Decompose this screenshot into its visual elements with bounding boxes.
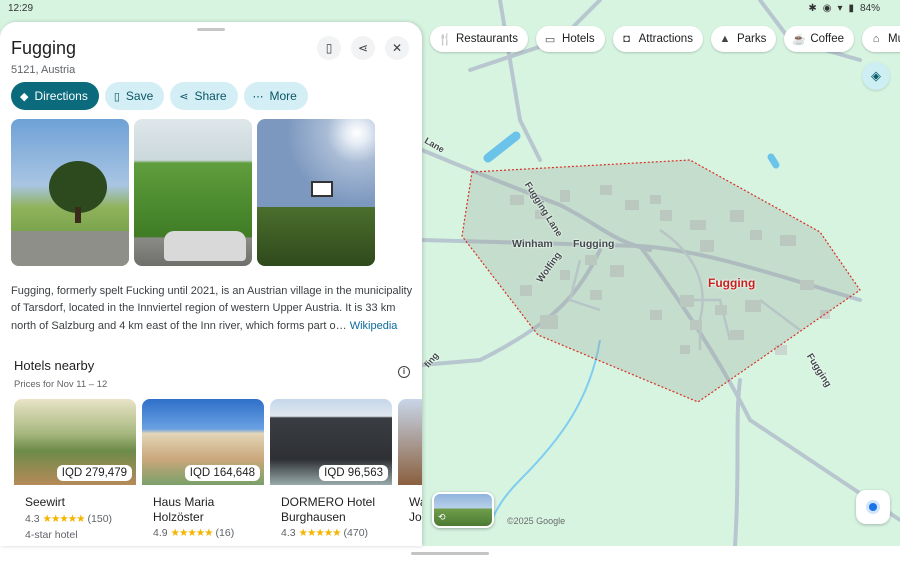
street-view-icon: ⟲ [438,512,446,522]
hotel-image: IQD 96,563 [270,399,392,485]
share-button[interactable]: ⋖ Share [170,82,238,110]
hotel-type: 4-star hotel [25,528,78,541]
chip-parks[interactable]: ▲ Parks [710,26,777,52]
hotel-price: IQD 164,648 [184,465,260,481]
hotel-image: IQD 279,479 [14,399,136,485]
bed-icon: ▭ [544,33,556,46]
hotel-rating: 4.3 ★★★★★ (150) [25,512,113,525]
hotel-price: IQD 96,563 [319,465,388,481]
bluetooth-icon: ✱ [808,3,817,14]
photo-tree-road[interactable] [11,119,129,266]
stars-icon: ★★★★★ [42,512,86,525]
stars-icon: ★★★★★ [298,527,342,539]
coffee-icon: ☕ [792,33,807,46]
directions-button[interactable]: ◆ Directions [11,82,99,110]
road-label-winham: Winham [512,238,553,250]
location-icon: ◉ [822,3,832,14]
hotel-cards: IQD 279,479 Seewirt 4.3 ★★★★★ (150) 4-st… [14,399,422,546]
my-location-button[interactable] [856,490,890,524]
status-time: 12:29 [8,3,34,14]
chip-attractions[interactable]: ◘ Attractions [612,26,703,52]
hotels-section-subtitle: Prices for Nov 11 – 12 [14,379,108,390]
my-location-icon [869,503,877,511]
action-buttons: ◆ Directions ▯ Save ⋖ Share ⋯ More [11,82,308,110]
battery-icon: ▮ [848,3,854,14]
museum-icon: ⌂ [872,33,880,45]
place-title: Fugging [11,38,77,58]
place-label[interactable]: Fugging [708,276,755,290]
more-button[interactable]: ⋯ More [243,82,308,110]
hotel-name: Wa Jo [409,495,422,524]
more-icon: ⋯ [252,90,264,103]
layers-icon: ◈ [871,68,881,83]
chip-coffee[interactable]: ☕ Coffee [784,26,855,52]
photo-field-car[interactable] [134,119,252,266]
close-button[interactable]: ✕ [385,36,409,60]
wifi-icon: ▾ [837,3,843,14]
hotels-section-title: Hotels nearby [14,358,95,373]
chip-museums[interactable]: ⌂Museu [862,26,900,52]
layers-button[interactable]: ◈ [862,62,890,90]
save-button[interactable]: ▯ Save [104,82,165,110]
hotel-card[interactable]: IQD 96,563 DORMERO Hotel Burghausen 4.3 … [270,399,392,546]
chip-restaurants[interactable]: 🍴 Restaurants [430,26,529,52]
share-icon: ⋖ [357,41,369,55]
tree-icon: ▲ [719,33,731,45]
map-copyright: ©2025 Google [507,516,566,526]
save-icon-button[interactable]: ▯ [317,36,341,60]
bookmark-icon: ▯ [113,90,120,103]
directions-icon: ◆ [20,90,29,103]
hotel-card[interactable]: IQD 164,648 Haus Maria Holzöster 4.9 ★★★… [142,399,264,546]
fork-knife-icon: 🍴 [438,33,452,46]
hotel-card[interactable]: Wa Jo [398,399,422,546]
close-icon: ✕ [391,41,403,55]
place-panel: Fugging 5121, Austria ▯ ⋖ ✕ ◆ Directions … [0,22,422,546]
village-boundary [461,159,861,403]
hotel-name: Seewirt [25,495,66,509]
road-label-fugging: Fugging [573,238,615,250]
home-indicator[interactable] [411,552,489,555]
battery-percent: 84% [859,3,880,14]
wikipedia-link[interactable]: Wikipedia [350,320,398,332]
info-icon[interactable]: i [398,366,410,378]
hotel-image [398,399,422,485]
share-icon: ⋖ [179,90,189,103]
hotel-card[interactable]: IQD 279,479 Seewirt 4.3 ★★★★★ (150) 4-st… [14,399,136,546]
small-pond-shape [767,153,780,169]
hotel-price: IQD 279,479 [56,465,132,481]
camera-icon: ◘ [623,33,630,45]
street-view-thumbnail[interactable]: ⟲ [432,492,494,528]
pond-shape [483,131,521,163]
place-description: Fugging, formerly spelt Fucking until 20… [11,285,413,332]
photo-strip [11,119,375,266]
share-icon-button[interactable]: ⋖ [351,36,375,60]
chip-hotels[interactable]: ▭ Hotels [536,26,605,52]
stars-icon: ★★★★★ [170,527,214,539]
photo-sign-sun[interactable] [257,119,375,266]
hotel-name: DORMERO Hotel Burghausen [281,495,376,524]
hotel-rating: 4.3 ★★★★★ (470) [281,527,369,539]
category-chips: 🍴 Restaurants ▭ Hotels ◘ Attractions ▲ Parks… [430,26,900,52]
hotel-rating: 4.9 ★★★★★ (16) [153,527,235,539]
status-bar: 12:29 ✱ ◉ ▾ ▮ 84% [0,0,900,18]
hotel-name: Haus Maria Holzöster [153,495,215,524]
place-address: 5121, Austria [11,64,76,76]
status-icons: ✱ ◉ ▾ ▮ 84% [808,3,880,14]
drag-handle[interactable] [197,28,225,31]
bookmark-icon: ▯ [325,41,333,55]
stream-shape [489,339,601,526]
hotel-image: IQD 164,648 [142,399,264,485]
